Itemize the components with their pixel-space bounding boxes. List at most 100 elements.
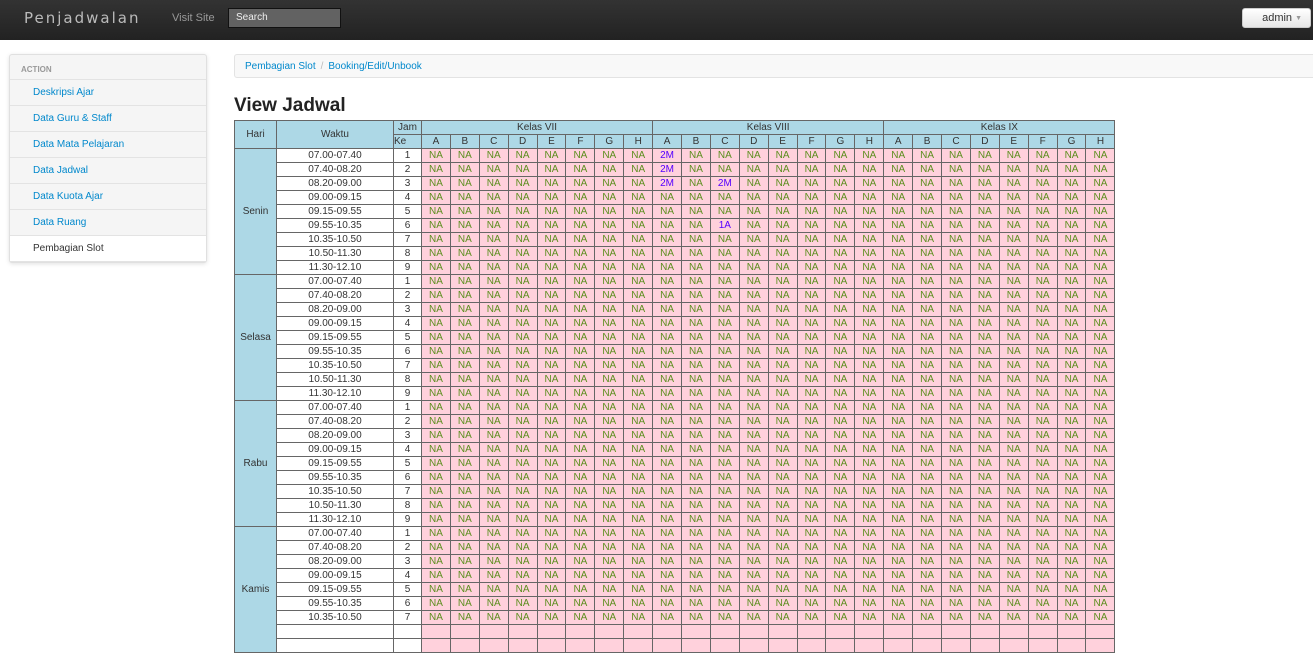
sidebar-item-data-jadwal[interactable]: Data Jadwal	[10, 158, 206, 184]
slot-cell[interactable]: NA	[507, 246, 538, 261]
slot-cell[interactable]: NA	[1027, 148, 1058, 163]
slot-cell[interactable]: NA	[1056, 372, 1087, 387]
slot-cell[interactable]: NA	[565, 470, 596, 485]
slot-cell[interactable]: NA	[854, 540, 885, 555]
slot-cell[interactable]: NA	[565, 512, 596, 527]
slot-cell[interactable]: NA	[507, 582, 538, 597]
slot-cell[interactable]: NA	[825, 218, 856, 233]
slot-cell[interactable]: NA	[623, 162, 654, 177]
slot-cell[interactable]: NA	[796, 358, 827, 373]
slot-cell[interactable]: NA	[478, 470, 509, 485]
slot-cell[interactable]: NA	[623, 204, 654, 219]
slot-cell[interactable]: NA	[421, 190, 451, 205]
slot-cell[interactable]: NA	[796, 288, 827, 303]
slot-cell[interactable]: NA	[825, 414, 856, 429]
slot-cell[interactable]: NA	[681, 596, 711, 611]
slot-cell[interactable]: NA	[1085, 330, 1116, 345]
slot-cell[interactable]: NA	[652, 218, 683, 233]
slot-cell[interactable]: NA	[1085, 232, 1116, 247]
slot-cell[interactable]: NA	[536, 484, 567, 499]
slot-cell[interactable]: NA	[594, 498, 625, 513]
slot-cell[interactable]: NA	[652, 610, 683, 625]
slot-cell[interactable]: NA	[796, 610, 827, 625]
slot-cell[interactable]: NA	[998, 554, 1029, 569]
slot-cell[interactable]: NA	[767, 148, 798, 163]
slot-cell[interactable]: NA	[969, 218, 1000, 233]
slot-cell[interactable]: NA	[825, 260, 856, 275]
slot-cell[interactable]: NA	[883, 204, 914, 219]
slot-cell[interactable]: NA	[709, 386, 740, 401]
slot-cell[interactable]: NA	[738, 176, 769, 191]
slot-cell[interactable]: NA	[883, 316, 914, 331]
breadcrumb-pembagian-slot[interactable]: Pembagian Slot	[245, 61, 316, 72]
slot-cell[interactable]: NA	[1085, 218, 1116, 233]
slot-cell[interactable]: NA	[1085, 344, 1116, 359]
slot-cell[interactable]: NA	[941, 246, 971, 261]
slot-cell[interactable]: NA	[738, 456, 769, 471]
slot-cell[interactable]: NA	[825, 190, 856, 205]
slot-cell[interactable]: NA	[941, 512, 971, 527]
slot-cell[interactable]: NA	[681, 568, 711, 583]
slot-cell[interactable]: NA	[883, 330, 914, 345]
slot-cell[interactable]: NA	[941, 288, 971, 303]
slot-cell[interactable]: NA	[941, 470, 971, 485]
slot-cell[interactable]: NA	[652, 274, 683, 289]
slot-cell[interactable]: NA	[709, 190, 740, 205]
slot-cell[interactable]: NA	[449, 498, 480, 513]
slot-cell[interactable]: NA	[825, 344, 856, 359]
slot-cell[interactable]: NA	[738, 400, 769, 415]
slot-cell[interactable]: NA	[854, 400, 885, 415]
slot-cell[interactable]: NA	[998, 526, 1029, 541]
slot-cell[interactable]: NA	[1056, 302, 1087, 317]
slot-cell[interactable]: NA	[565, 288, 596, 303]
slot-cell[interactable]: NA	[941, 330, 971, 345]
slot-cell[interactable]: NA	[652, 428, 683, 443]
slot-cell[interactable]: NA	[998, 204, 1029, 219]
slot-cell[interactable]: NA	[449, 428, 480, 443]
slot-cell[interactable]: NA	[478, 274, 509, 289]
slot-cell[interactable]: NA	[998, 302, 1029, 317]
slot-cell[interactable]: NA	[709, 428, 740, 443]
slot-cell[interactable]: NA	[507, 274, 538, 289]
slot-cell[interactable]: NA	[681, 288, 711, 303]
slot-cell[interactable]: NA	[854, 386, 885, 401]
slot-cell[interactable]: NA	[998, 330, 1029, 345]
slot-cell[interactable]: NA	[1085, 428, 1116, 443]
slot-cell[interactable]: NA	[681, 232, 711, 247]
slot-cell[interactable]: NA	[594, 372, 625, 387]
slot-cell[interactable]: NA	[796, 498, 827, 513]
slot-cell[interactable]: NA	[969, 526, 1000, 541]
slot-cell[interactable]: NA	[883, 596, 914, 611]
slot-cell[interactable]: NA	[421, 400, 451, 415]
slot-cell[interactable]: NA	[1056, 260, 1087, 275]
slot-cell[interactable]: NA	[912, 148, 943, 163]
slot-cell[interactable]: NA	[594, 596, 625, 611]
slot-cell[interactable]: NA	[854, 414, 885, 429]
slot-cell[interactable]: NA	[941, 498, 971, 513]
slot-cell[interactable]: NA	[709, 484, 740, 499]
slot-cell[interactable]: NA	[478, 386, 509, 401]
slot-cell[interactable]: NA	[421, 148, 451, 163]
slot-cell[interactable]: NA	[652, 232, 683, 247]
slot-cell[interactable]: NA	[969, 274, 1000, 289]
slot-cell[interactable]: NA	[421, 386, 451, 401]
slot-cell[interactable]: NA	[652, 540, 683, 555]
slot-cell[interactable]: NA	[912, 484, 943, 499]
slot-cell[interactable]: NA	[738, 526, 769, 541]
slot-cell[interactable]: NA	[623, 246, 654, 261]
slot-cell[interactable]: NA	[449, 568, 480, 583]
slot-cell[interactable]: NA	[536, 540, 567, 555]
slot-cell[interactable]: NA	[767, 190, 798, 205]
slot-cell[interactable]: NA	[623, 610, 654, 625]
slot-cell[interactable]: NA	[767, 218, 798, 233]
slot-cell[interactable]: NA	[652, 498, 683, 513]
slot-cell[interactable]: NA	[912, 414, 943, 429]
slot-cell[interactable]: NA	[1085, 456, 1116, 471]
slot-cell[interactable]: NA	[536, 162, 567, 177]
slot-cell[interactable]: NA	[912, 470, 943, 485]
slot-cell[interactable]: NA	[1027, 512, 1058, 527]
slot-cell[interactable]: NA	[1056, 610, 1087, 625]
slot-cell[interactable]: NA	[478, 204, 509, 219]
slot-cell[interactable]: NA	[565, 456, 596, 471]
slot-cell[interactable]: NA	[1085, 582, 1116, 597]
